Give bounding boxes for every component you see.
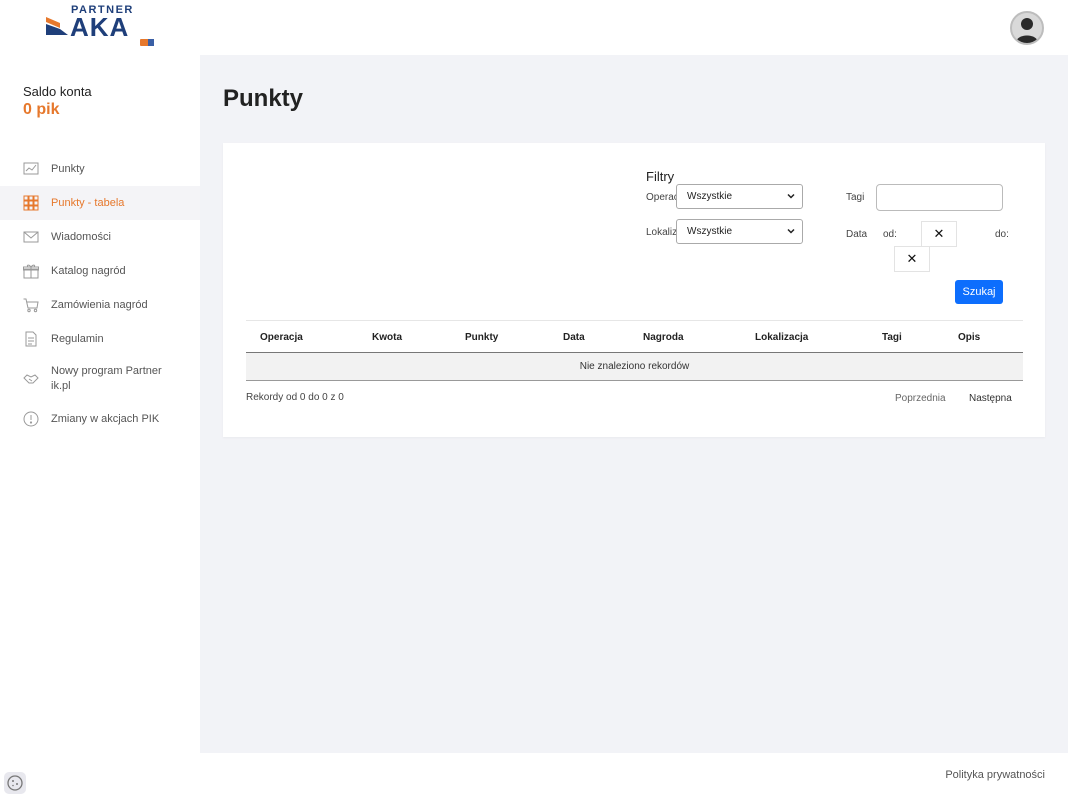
sidebar-item-wiadomosci[interactable]: Wiadomości: [0, 220, 200, 254]
location-select-value: Wszystkie: [687, 226, 732, 237]
column-header-lokalizacja[interactable]: Lokalizacja: [755, 332, 808, 343]
sidebar-item-regulamin[interactable]: Regulamin: [0, 322, 200, 356]
privacy-policy-link[interactable]: Polityka prywatności: [945, 769, 1045, 781]
logo-badge-icon: [140, 39, 154, 46]
sidebar-item-punkty[interactable]: Punkty: [0, 152, 200, 186]
sidebar-item-zamowienia-nagrod[interactable]: Zamówienia nagród: [0, 288, 200, 322]
sidebar-item-label: Nowy program Partner ik.pl: [51, 365, 162, 392]
location-filter-label: Lokalizacja: [646, 227, 677, 238]
date-filter-label: Data: [846, 229, 868, 240]
operation-select-value: Wszystkie: [687, 191, 732, 202]
logo-flag-icon: [46, 17, 68, 35]
column-header-nagroda[interactable]: Nagroda: [643, 332, 684, 343]
previous-page-button[interactable]: Poprzednia: [895, 393, 946, 404]
next-page-button[interactable]: Następna: [969, 393, 1012, 404]
chevron-down-icon: [787, 193, 795, 199]
filters-title: Filtry: [646, 169, 675, 184]
sidebar-item-label: Regulamin: [51, 332, 104, 345]
date-from-label: od:: [883, 229, 897, 240]
sidebar-nav: Punkty Punkty - tabela Wiadomości Katalo…: [0, 152, 200, 436]
sidebar-item-label: Katalog nagród: [51, 264, 126, 277]
partner-aka-logo[interactable]: PARTNER AKA: [44, 4, 160, 48]
cart-icon: [23, 298, 39, 313]
sidebar-item-label: Punkty: [51, 162, 85, 175]
grid-icon: [23, 195, 39, 211]
column-header-kwota[interactable]: Kwota: [372, 332, 402, 343]
column-header-operacja[interactable]: Operacja: [260, 332, 303, 343]
sidebar-item-label: Zmiany w akcjach PIK: [51, 412, 160, 425]
sidebar-item-label: Punkty - tabela: [51, 196, 125, 209]
date-to-clear-button[interactable]: ✕: [894, 246, 930, 272]
date-to-label: do:: [995, 229, 1009, 240]
balance-value: 0 pik: [23, 101, 60, 118]
sidebar-item-punkty-tabela[interactable]: Punkty - tabela: [0, 186, 200, 220]
sidebar-item-label: Wiadomości: [51, 230, 111, 243]
records-info: Rekordy od 0 do 0 z 0: [246, 392, 344, 403]
chart-icon: [23, 162, 39, 175]
tags-filter-label: Tagi: [846, 192, 865, 203]
cookie-icon: [7, 775, 23, 791]
page-title: Punkty: [223, 85, 304, 112]
table-header: Operacja Kwota Punkty Data Nagroda Lokal…: [246, 320, 1023, 353]
envelope-icon: [23, 231, 39, 243]
sidebar-item-zmiany-w-akcjach[interactable]: Zmiany w akcjach PIK: [0, 402, 200, 436]
search-button[interactable]: Szukaj: [955, 280, 1003, 304]
column-header-data[interactable]: Data: [563, 332, 585, 343]
footer: Polityka prywatności: [200, 753, 1068, 800]
logo-aka-text: AKA: [70, 12, 130, 42]
gift-icon: [23, 264, 39, 279]
user-silhouette-icon: [1016, 18, 1038, 43]
table-empty-row: Nie znaleziono rekordów: [246, 353, 1023, 381]
sidebar-item-label: Zamówienia nagród: [51, 298, 148, 311]
location-select[interactable]: Wszystkie: [676, 219, 803, 244]
sidebar: Saldo konta 0 pik Punkty Punkty - tabela…: [0, 55, 200, 800]
date-from-clear-button[interactable]: ✕: [921, 221, 957, 247]
sidebar-item-katalog-nagrod[interactable]: Katalog nagród: [0, 254, 200, 288]
column-header-opis[interactable]: Opis: [958, 332, 980, 343]
points-card: Filtry Operacja Wszystkie Lokalizacja Ws…: [223, 143, 1045, 437]
cookie-settings-button[interactable]: [4, 772, 26, 794]
column-header-tagi[interactable]: Tagi: [882, 332, 902, 343]
tags-input[interactable]: [876, 184, 1003, 211]
operation-filter-label: Operacja: [646, 192, 677, 203]
chevron-down-icon: [787, 228, 795, 234]
column-header-punkty[interactable]: Punkty: [465, 332, 498, 343]
document-icon: [25, 331, 37, 347]
points-table: Operacja Kwota Punkty Data Nagroda Lokal…: [246, 320, 1023, 381]
handshake-icon: [23, 374, 39, 384]
sidebar-item-nowy-program[interactable]: Nowy program Partner ik.pl: [0, 356, 200, 402]
balance-label: Saldo konta: [23, 84, 92, 99]
header: PARTNER AKA: [0, 0, 1068, 55]
user-avatar[interactable]: [1010, 11, 1044, 45]
operation-select[interactable]: Wszystkie: [676, 184, 803, 209]
main-content: Punkty Filtry Operacja Wszystkie Lokaliz…: [200, 55, 1068, 753]
info-icon: [23, 411, 39, 427]
